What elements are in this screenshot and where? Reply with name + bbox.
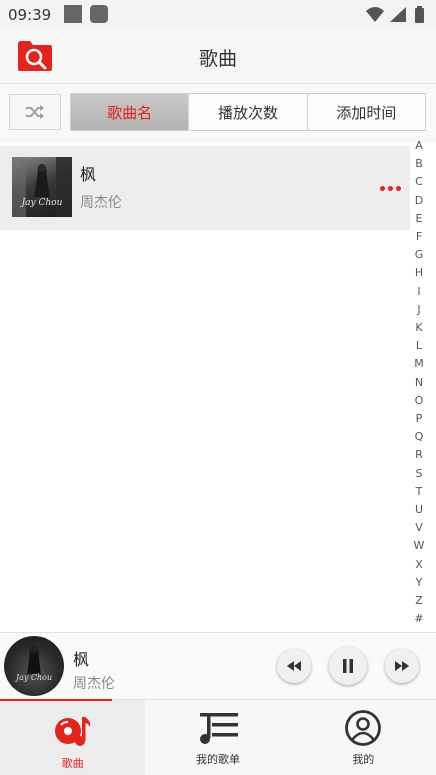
notification-rounded-icon [90,5,108,23]
header: 歌曲 [0,30,436,84]
alphabet-index-letter[interactable]: N [410,376,428,389]
alphabet-index-letter[interactable]: B [410,157,428,170]
song-title: 枫 [80,165,97,184]
nav-mine[interactable]: 我的 [291,700,436,775]
alphabet-index[interactable]: A B C D E F G H I J K L M N O P Q R S T U V W X Y Z # [410,139,428,631]
alphabet-index-letter[interactable]: O [410,394,428,407]
music-disc-icon [54,717,90,746]
alphabet-index-letter[interactable]: D [410,194,428,207]
shuffle-button[interactable] [9,94,61,130]
profile-icon [345,710,382,746]
tab-sort-by-added-time[interactable]: 添加时间 [308,94,425,130]
sort-bar: 歌曲名 播放次数 添加时间 [0,84,436,142]
song-artist: 周杰伦 [80,195,122,211]
alphabet-index-letter[interactable]: A [410,139,428,152]
pause-button[interactable] [329,647,367,685]
previous-button[interactable] [277,649,311,683]
alphabet-index-letter[interactable]: U [410,503,428,516]
nav-my-playlists[interactable]: 我的歌单 [145,700,290,775]
more-dot-icon [380,186,385,191]
alphabet-index-letter[interactable]: G [410,248,428,261]
alphabet-index-letter[interactable]: Z [410,594,428,607]
song-row[interactable]: Jay Chou 枫 周杰伦 [0,146,410,230]
more-options-button[interactable] [378,180,404,196]
alphabet-index-letter[interactable]: F [410,230,428,243]
album-cover: Jay Chou [12,157,72,217]
mini-cover-art [27,645,41,674]
battery-icon [415,8,424,23]
cover-text: Jay Chou [21,198,63,208]
alphabet-index-letter[interactable]: R [410,448,428,461]
alphabet-index-letter[interactable]: # [410,612,428,625]
pause-icon [343,659,353,673]
more-dot-icon [388,186,393,191]
song-list: Jay Chou 枫 周杰伦 [0,146,410,230]
nav-label-mine: 我的 [352,753,375,766]
next-button[interactable] [385,649,419,683]
playlist-icon [199,713,238,744]
alphabet-index-letter[interactable]: X [410,558,428,571]
alphabet-index-letter[interactable]: I [410,285,428,298]
tab-sort-by-name[interactable]: 歌曲名 [71,94,190,130]
shuffle-icon [26,105,44,119]
nav-songs[interactable]: 歌曲 [0,699,146,775]
alphabet-index-letter[interactable]: P [410,412,428,425]
fast-forward-icon [395,661,409,671]
alphabet-index-letter[interactable]: Y [410,576,428,589]
signal-icon [390,7,406,22]
alphabet-index-letter[interactable]: V [410,521,428,534]
alphabet-index-letter[interactable]: T [410,485,428,498]
alphabet-index-letter[interactable]: H [410,266,428,279]
alphabet-index-letter[interactable]: E [410,212,428,225]
bottom-nav: 歌曲 我的歌单 我的 [0,699,436,775]
more-dot-icon [396,186,401,191]
nav-label-my-playlists: 我的歌单 [195,753,240,766]
rewind-icon [287,661,301,671]
alphabet-index-letter[interactable]: K [410,321,428,334]
alphabet-index-letter[interactable]: J [410,303,428,316]
wifi-icon [366,7,384,22]
page-title: 歌曲 [198,48,237,70]
alphabet-index-letter[interactable]: L [410,339,428,352]
status-icons [366,6,424,23]
tab-sort-by-play-count[interactable]: 播放次数 [189,94,308,130]
mini-cover-text: Jay Chou [15,673,53,682]
nav-label-songs: 歌曲 [61,757,84,770]
alphabet-index-letter[interactable]: M [410,357,428,370]
alphabet-index-letter[interactable]: S [410,467,428,480]
album-cover-art [12,157,72,217]
notification-square-icon [64,5,82,23]
status-bar: 09:39 [0,0,436,30]
alphabet-index-letter[interactable]: W [410,539,428,552]
status-time: 09:39 [8,6,52,24]
alphabet-index-letter[interactable]: Q [410,430,428,443]
mini-player[interactable]: Jay Chou 枫 周杰伦 [0,632,436,699]
now-playing-artist: 周杰伦 [73,676,115,692]
now-playing-title: 枫 [73,650,90,669]
mini-player-cover[interactable]: Jay Chou [4,636,64,696]
sort-segmented-control: 歌曲名 播放次数 添加时间 [70,93,426,131]
alphabet-index-letter[interactable]: C [410,175,428,188]
